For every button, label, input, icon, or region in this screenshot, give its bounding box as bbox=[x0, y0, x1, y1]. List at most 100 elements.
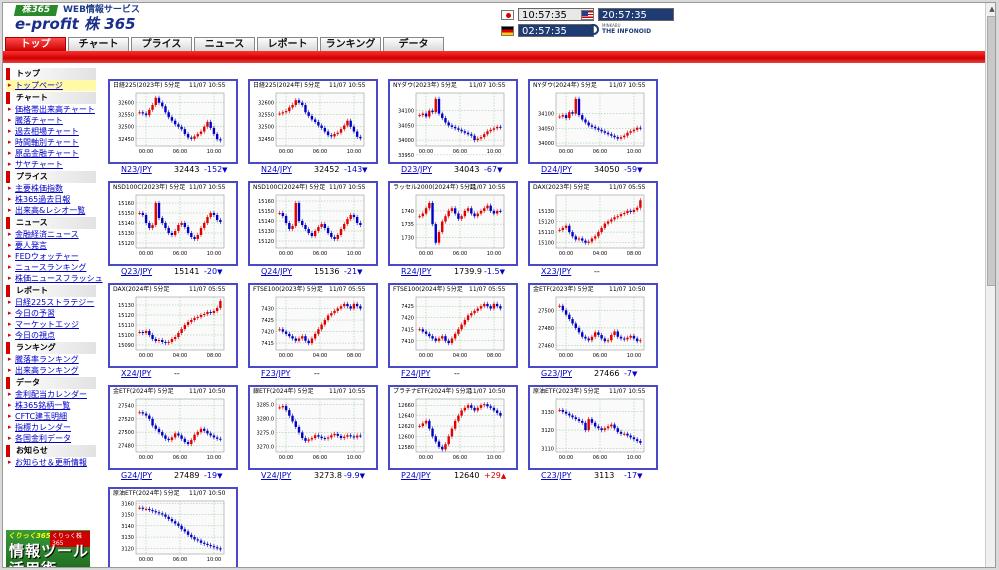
y-tick-label: 15160 bbox=[118, 201, 134, 207]
chart-card[interactable]: FTSE100(2024年) 5分足 11/07 05:55 7425 7420 741… bbox=[388, 283, 518, 385]
sidebar-link[interactable]: 各国金利データ bbox=[6, 433, 96, 444]
chart-panel[interactable]: FTSE100(2024年) 5分足 11/07 05:55 7425 7420 741… bbox=[388, 283, 518, 368]
sidebar-link[interactable]: マーケットエッジ bbox=[6, 319, 96, 330]
sidebar-link[interactable]: 株365過去日報 bbox=[6, 194, 96, 205]
sidebar-link[interactable]: 出来高ランキング bbox=[6, 365, 96, 376]
chart-card[interactable]: 銀ETF(2024年) 5分足 11/07 10:55 3285.0 3280.0 32… bbox=[248, 385, 378, 487]
chart-panel[interactable]: 原油ETF(2024年) 5分足 11/07 10:50 3160 3150 3140 3… bbox=[108, 487, 238, 567]
sidebar-link[interactable]: お知らせ＆更新情報 bbox=[6, 457, 96, 468]
sidebar-link[interactable]: 出来高&レシオ一覧 bbox=[6, 205, 96, 216]
sidebar-link[interactable]: 日経225ストラテジー bbox=[6, 297, 96, 308]
vertical-scrollbar[interactable]: ▲ bbox=[985, 3, 995, 567]
nav-tab-4[interactable]: レポート bbox=[257, 37, 318, 51]
y-tick-label: 7420 bbox=[261, 330, 274, 336]
site-logo[interactable]: 株365 WEB情報サービス e-profit 株 365 bbox=[11, 5, 171, 33]
symbol-link[interactable]: F24/JPY bbox=[401, 368, 430, 379]
sidebar-link[interactable]: 金融経済ニュース bbox=[6, 229, 96, 240]
sidebar-link[interactable]: 主要株価指数 bbox=[6, 183, 96, 194]
sidebar-link[interactable]: 金利配当カレンダー bbox=[6, 389, 96, 400]
chart-panel[interactable]: NSD100C(2023年) 5分足 11/07 10:55 15160 15150 1… bbox=[108, 181, 238, 266]
sidebar-link[interactable]: 株価ニュースフラッシュ bbox=[6, 273, 103, 284]
chart-card[interactable]: 日経225(2023年) 5分足 11/07 10:55 32600 32550 325… bbox=[108, 79, 238, 181]
chart-card[interactable]: FTSE100(2023年) 5分足 11/07 05:55 7430 7425 742… bbox=[248, 283, 378, 385]
chart-card[interactable]: 日経225(2024年) 5分足 11/07 10:55 32600 32550 325… bbox=[248, 79, 378, 181]
chart-panel[interactable]: 銀ETF(2024年) 5分足 11/07 10:55 3285.0 3280.0 32… bbox=[248, 385, 378, 470]
chart-panel[interactable]: DAX(2024年) 5分足 11/07 05:55 15130 15120 15110… bbox=[108, 283, 238, 368]
chart-panel[interactable]: 日経225(2023年) 5分足 11/07 10:55 32600 32550 325… bbox=[108, 79, 238, 164]
provider-logo[interactable]: MINKABU THE INFONOID bbox=[588, 23, 663, 37]
symbol-link[interactable]: Q23/JPY bbox=[121, 266, 152, 277]
symbol-link[interactable]: D23/JPY bbox=[401, 164, 432, 175]
symbol-link[interactable]: V24/JPY bbox=[261, 470, 291, 481]
nav-tab-5[interactable]: ランキング bbox=[320, 37, 381, 51]
chart-card[interactable]: NSD100C(2023年) 5分足 11/07 10:55 15160 15150 1… bbox=[108, 181, 238, 283]
y-tick-label: 15120 bbox=[538, 220, 554, 226]
chart-card[interactable]: DAX(2024年) 5分足 11/07 05:55 15130 15120 15110… bbox=[108, 283, 238, 385]
scroll-up-icon[interactable]: ▲ bbox=[986, 3, 995, 15]
nav-tab-3[interactable]: ニュース bbox=[194, 37, 255, 51]
chart-card[interactable]: 原油ETF(2023年) 5分足 11/07 10:55 3130 3120 3110 0… bbox=[528, 385, 658, 487]
chart-card[interactable]: ラッセル2000(2024年) 5分足 11/07 10:55 1740 1735 17… bbox=[388, 181, 518, 283]
y-tick-label: 7415 bbox=[261, 341, 274, 347]
sidebar: トップトップページチャート価格帯出来高チャート騰落チャート過去相場チャート時間軸… bbox=[6, 67, 103, 567]
chart-panel[interactable]: 原油ETF(2023年) 5分足 11/07 10:55 3130 3120 3110 0… bbox=[528, 385, 658, 470]
chart-card[interactable]: 原油ETF(2024年) 5分足 11/07 10:50 3160 3150 3140 3… bbox=[108, 487, 238, 567]
chart-card[interactable]: NYダウ(2023年) 5分足 11/07 10:55 34100 34050 3400… bbox=[388, 79, 518, 181]
chart-panel[interactable]: NYダウ(2024年) 5分足 11/07 10:55 34100 34050 3400… bbox=[528, 79, 658, 164]
sidebar-link[interactable]: 指標カレンダー bbox=[6, 422, 96, 433]
symbol-link[interactable]: G24/JPY bbox=[121, 470, 152, 481]
chart-panel[interactable]: プラチナETF(2024年) 5分足 11/07 10:50 12660 12640 1… bbox=[388, 385, 518, 470]
candlestick-chart: 27540 27520 27500 27480 00:00 06:00 10:00 bbox=[118, 398, 225, 461]
chart-title: 日経225(2024年) 5分足 11/07 10:55 bbox=[253, 82, 366, 89]
symbol-link[interactable]: C23/JPY bbox=[541, 470, 571, 481]
chart-panel[interactable]: FTSE100(2023年) 5分足 11/07 05:55 7430 7425 742… bbox=[248, 283, 378, 368]
sidebar-link[interactable]: 価格帯出来高チャート bbox=[6, 104, 96, 115]
symbol-link[interactable]: X23/JPY bbox=[541, 266, 571, 277]
sidebar-link[interactable]: サヤチャート bbox=[6, 159, 96, 170]
sidebar-link[interactable]: FEDウォッチャー bbox=[6, 251, 96, 262]
chart-panel[interactable]: DAX(2023年) 5分足 11/07 05:55 15130 15120 15110… bbox=[528, 181, 658, 266]
chart-title-text: ラッセル2000(2024年) 5分足 bbox=[393, 184, 476, 191]
scroll-thumb[interactable] bbox=[987, 16, 995, 286]
nav-tab-2[interactable]: プライス bbox=[131, 37, 192, 51]
sidebar-link[interactable]: 騰落チャート bbox=[6, 115, 96, 126]
sidebar-link[interactable]: 時間軸別チャート bbox=[6, 137, 96, 148]
chart-panel[interactable]: 金ETF(2024年) 5分足 11/07 10:50 27540 27520 2750… bbox=[108, 385, 238, 470]
nav-tab-1[interactable]: チャート bbox=[68, 37, 129, 51]
chart-card[interactable]: DAX(2023年) 5分足 11/07 05:55 15130 15120 15110… bbox=[528, 181, 658, 283]
sidebar-link[interactable]: 要人発言 bbox=[6, 240, 96, 251]
symbol-link[interactable]: D24/JPY bbox=[541, 164, 572, 175]
chart-panel[interactable]: 日経225(2024年) 5分足 11/07 10:55 32600 32550 325… bbox=[248, 79, 378, 164]
sidebar-link[interactable]: 原品金融チャート bbox=[6, 148, 96, 159]
sidebar-link[interactable]: ニュースランキング bbox=[6, 262, 96, 273]
sidebar-link[interactable]: トップページ bbox=[6, 80, 96, 91]
nav-tab-6[interactable]: データ bbox=[383, 37, 444, 51]
sidebar-link[interactable]: CFTC建玉明細 bbox=[6, 411, 96, 422]
info-tool-banner[interactable]: くりっく365 くりっく株365 情報ツール 活用術 bbox=[6, 530, 90, 567]
nav-tab-0[interactable]: トップ bbox=[5, 37, 66, 51]
chart-panel[interactable]: 金ETF(2023年) 5分足 11/07 10:50 27500 27480 2746… bbox=[528, 283, 658, 368]
symbol-link[interactable]: G23/JPY bbox=[541, 368, 572, 379]
x-tick-label: 00:00 bbox=[559, 353, 573, 359]
symbol-link[interactable]: N24/JPY bbox=[261, 164, 292, 175]
sidebar-link[interactable]: 今日の予習 bbox=[6, 308, 96, 319]
symbol-link[interactable]: Q24/JPY bbox=[261, 266, 292, 277]
chart-panel[interactable]: NSD100C(2024年) 5分足 11/07 10:55 15160 15150 1… bbox=[248, 181, 378, 266]
y-tick-label: 15130 bbox=[258, 229, 274, 235]
chart-card[interactable]: NYダウ(2024年) 5分足 11/07 10:55 34100 34050 3400… bbox=[528, 79, 658, 181]
symbol-link[interactable]: F23/JPY bbox=[261, 368, 290, 379]
chart-card[interactable]: NSD100C(2024年) 5分足 11/07 10:55 15160 15150 1… bbox=[248, 181, 378, 283]
symbol-link[interactable]: P24/JPY bbox=[401, 470, 431, 481]
sidebar-link[interactable]: 騰落率ランキング bbox=[6, 354, 96, 365]
chart-card[interactable]: 金ETF(2023年) 5分足 11/07 10:50 27500 27480 2746… bbox=[528, 283, 658, 385]
symbol-link[interactable]: N23/JPY bbox=[121, 164, 152, 175]
sidebar-link[interactable]: 株365銘柄一覧 bbox=[6, 400, 96, 411]
sidebar-link[interactable]: 今日の視点 bbox=[6, 330, 96, 341]
symbol-link[interactable]: X24/JPY bbox=[121, 368, 151, 379]
chart-panel[interactable]: ラッセル2000(2024年) 5分足 11/07 10:55 1740 1735 17… bbox=[388, 181, 518, 266]
chart-panel[interactable]: NYダウ(2023年) 5分足 11/07 10:55 34100 34050 3400… bbox=[388, 79, 518, 164]
chart-card[interactable]: プラチナETF(2024年) 5分足 11/07 10:50 12660 12640 1… bbox=[388, 385, 518, 487]
chart-card[interactable]: 金ETF(2024年) 5分足 11/07 10:50 27540 27520 2750… bbox=[108, 385, 238, 487]
symbol-link[interactable]: R24/JPY bbox=[401, 266, 431, 277]
sidebar-link[interactable]: 過去相場チャート bbox=[6, 126, 96, 137]
